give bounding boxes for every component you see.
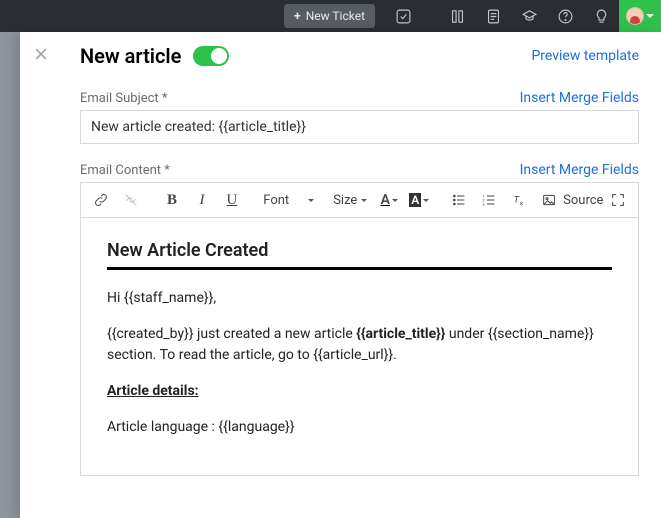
content-rule xyxy=(107,267,612,270)
new-ticket-button[interactable]: + New Ticket xyxy=(284,4,375,28)
bullet-list-icon[interactable] xyxy=(447,189,471,211)
maximize-icon[interactable] xyxy=(606,189,630,211)
text-color-button[interactable]: A xyxy=(377,189,401,211)
user-menu[interactable] xyxy=(619,0,661,32)
content-greeting: Hi {{staff_name}}, xyxy=(107,288,612,308)
editor-toolbar: B I U Font Size A A 123 T✕ xyxy=(81,183,638,218)
slideover-panel: New article Preview template Email Subje… xyxy=(20,32,661,518)
chevron-down-icon xyxy=(646,14,654,22)
content-details-heading: Article details: xyxy=(107,381,612,401)
subject-label: Email Subject * xyxy=(80,91,167,106)
image-icon[interactable] xyxy=(537,189,561,211)
app-topbar: + New Ticket xyxy=(0,0,661,32)
preview-template-link[interactable]: Preview template xyxy=(531,48,639,64)
ideas-icon[interactable] xyxy=(583,0,619,32)
subject-merge-link[interactable]: Insert Merge Fields xyxy=(520,90,639,106)
rich-text-editor: B I U Font Size A A 123 T✕ xyxy=(80,182,639,476)
unlink-icon xyxy=(119,189,143,211)
plus-icon: + xyxy=(294,9,301,23)
source-button[interactable]: Source xyxy=(567,189,600,211)
help-icon[interactable] xyxy=(547,0,583,32)
content-merge-link[interactable]: Insert Merge Fields xyxy=(520,162,639,178)
content-language-line: Article language : {{language}} xyxy=(107,417,612,437)
number-list-icon[interactable]: 123 xyxy=(477,189,501,211)
library-icon[interactable] xyxy=(439,0,475,32)
content-label: Email Content * xyxy=(80,163,170,178)
size-dropdown[interactable]: Size xyxy=(329,193,371,208)
svg-text:3: 3 xyxy=(482,201,484,206)
underline-button[interactable]: U xyxy=(220,189,244,211)
bg-color-button[interactable]: A xyxy=(407,189,431,211)
approvals-icon[interactable] xyxy=(385,0,421,32)
editor-content[interactable]: New Article Created Hi {{staff_name}}, {… xyxy=(81,218,638,475)
subject-input[interactable] xyxy=(80,110,639,144)
font-dropdown-caret[interactable] xyxy=(299,189,323,211)
page-title: New article xyxy=(80,44,181,68)
font-dropdown[interactable]: Font xyxy=(259,193,293,208)
clear-format-icon[interactable]: T✕ xyxy=(507,189,531,211)
svg-text:✕: ✕ xyxy=(519,201,523,207)
content-heading: New Article Created xyxy=(107,240,612,261)
link-icon[interactable] xyxy=(89,189,113,211)
italic-button[interactable]: I xyxy=(190,189,214,211)
avatar-icon xyxy=(626,7,644,25)
new-ticket-label: New Ticket xyxy=(306,9,365,23)
notes-icon[interactable] xyxy=(475,0,511,32)
close-icon[interactable] xyxy=(33,46,49,62)
active-toggle[interactable] xyxy=(193,46,229,66)
academy-icon[interactable] xyxy=(511,0,547,32)
bold-button[interactable]: B xyxy=(160,189,184,211)
content-paragraph: {{created_by}} just created a new articl… xyxy=(107,324,612,365)
